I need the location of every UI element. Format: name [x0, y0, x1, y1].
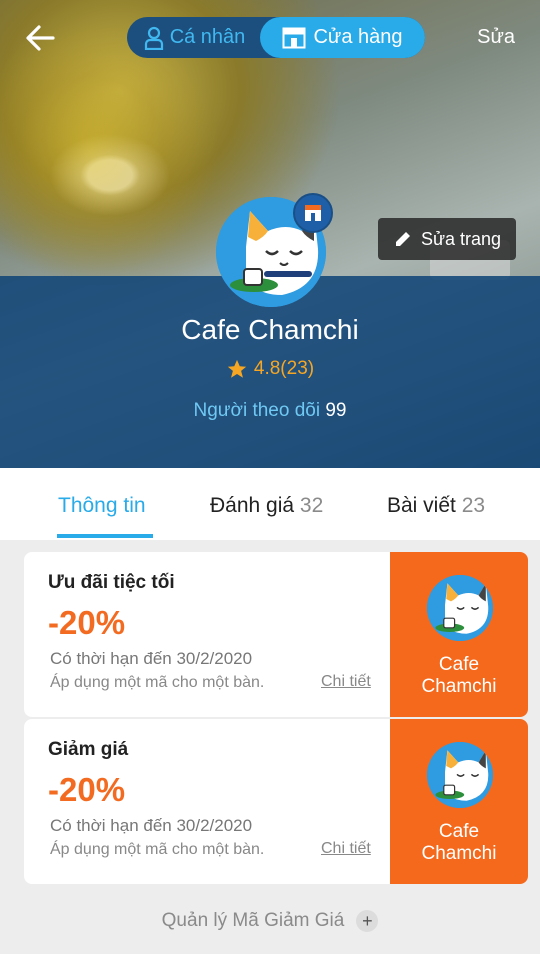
arrow-left-icon — [26, 25, 55, 51]
followers[interactable]: Người theo dõi 99 — [0, 400, 540, 422]
tab-reviews-count: 32 — [299, 494, 324, 517]
coupon-brand-panel: Cafe Chamchi — [390, 719, 528, 884]
edit-page-label: Sửa trang — [420, 228, 502, 249]
coupon-card[interactable]: Giảm giá -20% Có thời hạn đến 30/2/2020 … — [24, 719, 528, 884]
person-icon — [144, 26, 163, 50]
edit-page-button[interactable]: Sửa trang — [378, 218, 516, 260]
edit-button[interactable]: Sửa — [477, 26, 515, 49]
cat-logo-icon — [427, 742, 493, 808]
shop-name: Cafe Chamchi — [181, 314, 359, 345]
rating-value: 4.8(23) — [253, 358, 315, 379]
store-badge-icon — [305, 205, 321, 221]
tab-posts-label: Bài viết — [387, 494, 456, 517]
active-tab-indicator — [57, 534, 153, 538]
plus-icon: + — [356, 910, 379, 932]
coupon-brand: Cafe Chamchi — [390, 654, 528, 698]
personal-label: Cá nhân — [169, 26, 246, 48]
tab-bar: Thông tin Đánh giá 32 Bài viết 23 — [0, 468, 540, 540]
store-tab[interactable]: Cửa hàng — [260, 17, 425, 58]
cat-logo-icon — [427, 575, 493, 641]
coupon-detail-link[interactable]: Chi tiết — [321, 840, 371, 858]
coupon-detail-link[interactable]: Chi tiết — [321, 673, 371, 691]
manage-coupons-button[interactable]: Quản lý Mã Giảm Giá + — [0, 910, 540, 932]
brand-line-2: Chamchi — [421, 843, 497, 864]
coupon-title: Giảm giá — [48, 739, 129, 760]
coupon-expiry: Có thời hạn đến 30/2/2020 — [50, 816, 253, 835]
coupon-title: Ưu đãi tiệc tối — [48, 572, 175, 593]
star-icon — [227, 359, 247, 378]
coupon-brand: Cafe Chamchi — [390, 821, 528, 865]
coupon-card[interactable]: Ưu đãi tiệc tối -20% Có thời hạn đến 30/… — [24, 552, 528, 717]
coupon-discount: -20% — [48, 604, 126, 641]
brand-line-2: Chamchi — [421, 676, 497, 697]
brand-line-1: Cafe — [438, 654, 480, 675]
tab-posts-count: 23 — [461, 494, 486, 517]
coupon-brand-panel: Cafe Chamchi — [390, 552, 528, 717]
tab-reviews[interactable]: Đánh giá 32 — [210, 494, 323, 518]
coupon-note: Áp dụng một mã cho một bàn. — [50, 674, 265, 691]
tab-reviews-label: Đánh giá — [210, 494, 295, 517]
tab-posts[interactable]: Bài viết 23 — [387, 494, 485, 518]
followers-label: Người theo dõi — [193, 400, 321, 421]
store-label: Cửa hàng — [313, 26, 403, 48]
tab-info[interactable]: Thông tin — [58, 494, 146, 518]
tab-info-label: Thông tin — [58, 494, 146, 517]
profile-mode-toggle: Cá nhân Cửa hàng — [127, 17, 425, 58]
brand-line-1: Cafe — [438, 821, 480, 842]
manage-coupons-label: Quản lý Mã Giảm Giá — [161, 910, 345, 931]
personal-tab[interactable]: Cá nhân — [127, 17, 262, 58]
followers-count: 99 — [325, 400, 347, 421]
coupon-discount: -20% — [48, 771, 126, 808]
pencil-icon — [395, 232, 410, 246]
store-icon — [282, 27, 306, 48]
back-button[interactable] — [22, 20, 58, 56]
coupon-expiry: Có thời hạn đến 30/2/2020 — [50, 649, 253, 668]
coupon-note: Áp dụng một mã cho một bàn. — [50, 841, 265, 858]
store-badge — [293, 193, 333, 233]
shop-rating: 4.8(23) — [0, 358, 540, 380]
